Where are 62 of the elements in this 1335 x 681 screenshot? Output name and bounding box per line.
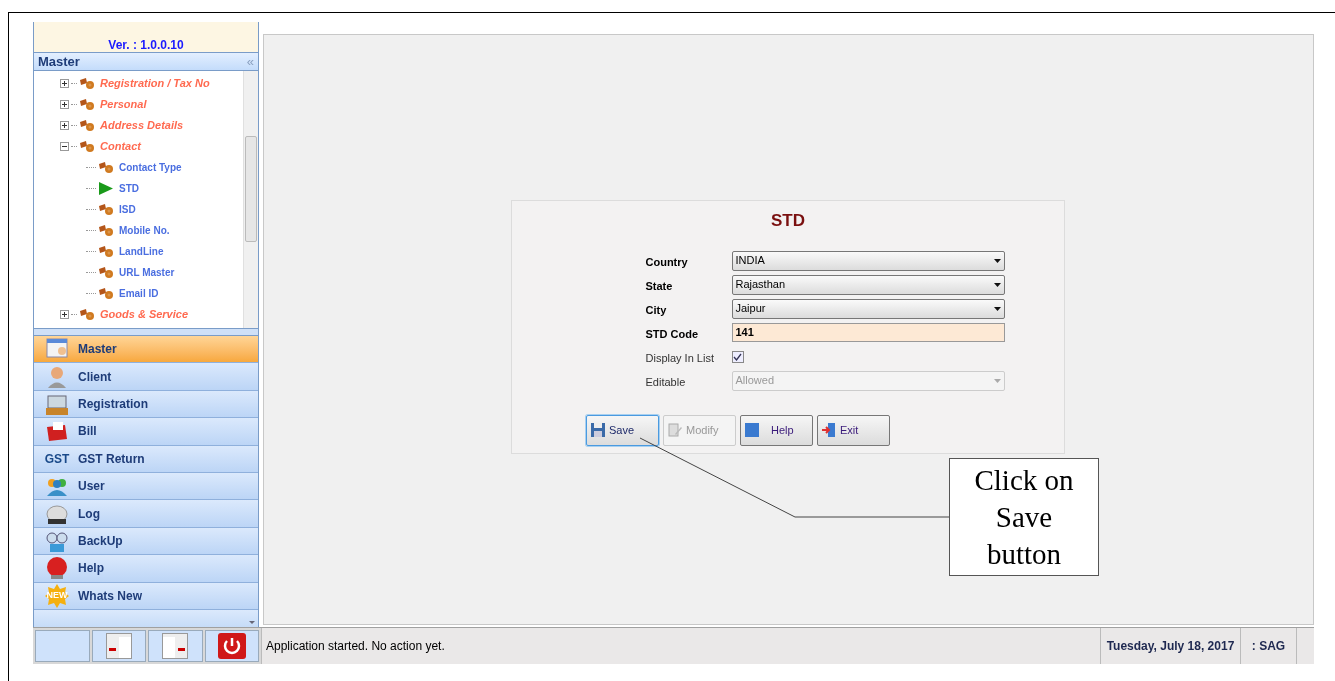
power-button[interactable] <box>204 630 259 662</box>
nav-button[interactable]: GST GST Return <box>34 445 258 473</box>
version-label: Ver. : 1.0.0.10 <box>108 39 184 51</box>
scrollbar[interactable] <box>243 71 258 328</box>
field-label: Editable <box>645 374 687 390</box>
nav-button[interactable]: Client <box>34 363 258 391</box>
exit-button[interactable]: Exit <box>817 414 890 446</box>
nav-button[interactable]: BackUp <box>34 527 258 556</box>
nav-button[interactable]: User <box>34 472 258 501</box>
expand-icon[interactable] <box>60 121 69 130</box>
field-label: State <box>645 278 674 294</box>
gst-logo: GST <box>43 450 71 468</box>
callout-text: Click on Save button <box>949 458 1099 576</box>
nav-button[interactable]: NEW Whats New <box>34 582 258 610</box>
status-date: Tuesday, July 18, 2017 <box>1106 638 1235 655</box>
power-icon <box>217 633 246 659</box>
nav-button[interactable]: Master <box>34 336 258 364</box>
tree-item[interactable]: Mobile No. <box>119 223 170 238</box>
expand-icon[interactable] <box>60 310 69 319</box>
tree-item[interactable]: Contact Type <box>119 160 182 175</box>
icon-label: NEW <box>46 591 68 601</box>
nav-button[interactable]: Log <box>34 500 258 528</box>
new-icon <box>44 583 70 608</box>
dropdown[interactable]: Rajasthan <box>731 274 1005 295</box>
tree-item[interactable]: ISD <box>119 202 136 217</box>
tree-item[interactable]: STD <box>119 181 139 196</box>
save-icon <box>590 422 606 438</box>
status-user: : SAG <box>1251 638 1286 655</box>
bill-icon <box>44 419 70 444</box>
collapse-icon[interactable] <box>60 142 69 151</box>
form-title: STD <box>771 210 805 232</box>
field-label: Country <box>645 254 689 270</box>
input-field[interactable]: 141 <box>731 322 1005 342</box>
dropdown[interactable]: INDIA <box>731 250 1005 271</box>
caret-icon <box>249 621 255 624</box>
dropdown-arrow-icon <box>993 306 1001 311</box>
nav-button[interactable]: Help <box>34 555 258 583</box>
field-label: City <box>645 302 668 318</box>
expand-icon[interactable] <box>60 79 69 88</box>
left-pane-icon <box>105 633 132 659</box>
window-button[interactable] <box>91 630 146 662</box>
dropdown[interactable]: Jaipur <box>731 298 1005 319</box>
nav-button[interactable]: Registration <box>34 390 258 419</box>
dropdown-arrow-icon <box>993 378 1001 383</box>
exit-icon <box>821 422 837 438</box>
tree-item[interactable]: LandLine <box>119 244 164 259</box>
dropdown-arrow-icon <box>993 258 1001 263</box>
panel-title: Master <box>38 52 80 71</box>
right-pane-icon <box>162 633 189 659</box>
help-button[interactable]: Help <box>740 414 813 446</box>
nav-button[interactable]: Bill <box>34 418 258 446</box>
field-label: STD Code <box>645 326 700 342</box>
dropdown-arrow-icon <box>993 282 1001 287</box>
tree-item[interactable]: URL Master <box>119 265 175 280</box>
status-message: Application started. No action yet. <box>266 638 445 655</box>
modify-icon <box>667 422 683 438</box>
checkbox[interactable] <box>731 350 744 363</box>
field-label: Display In List <box>645 350 715 366</box>
save-button[interactable]: Save <box>586 414 659 446</box>
tree-item[interactable]: Email ID <box>119 286 159 301</box>
expand-icon[interactable] <box>60 100 69 109</box>
window-button[interactable] <box>148 630 203 662</box>
